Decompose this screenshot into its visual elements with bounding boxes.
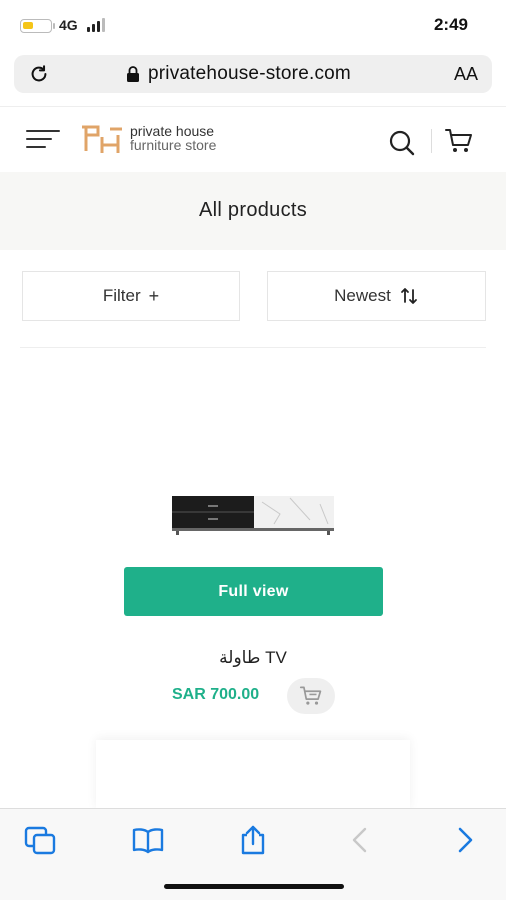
logo-icon[interactable] bbox=[80, 123, 124, 155]
product-image[interactable] bbox=[170, 494, 336, 536]
logo-line2: furniture store bbox=[130, 137, 217, 153]
menu-icon[interactable] bbox=[26, 127, 60, 151]
tabs-icon[interactable] bbox=[24, 825, 58, 855]
product-price: SAR 700.00 bbox=[172, 686, 260, 703]
filter-label: Filter bbox=[102, 286, 141, 305]
battery-nub bbox=[53, 23, 55, 29]
text-size-button[interactable]: AA bbox=[454, 64, 478, 85]
address-bar[interactable]: privatehouse-store.com AA bbox=[14, 55, 492, 93]
sort-label: Newest bbox=[334, 286, 391, 305]
header-divider bbox=[431, 129, 432, 153]
battery-icon bbox=[20, 19, 52, 33]
status-bar: 4G 2:49 bbox=[0, 0, 506, 50]
status-time: 2:49 bbox=[433, 15, 468, 34]
url-text[interactable]: privatehouse-store.com bbox=[148, 63, 351, 85]
filter-button[interactable]: Filter + bbox=[22, 271, 240, 321]
network-type: 4G bbox=[59, 17, 78, 33]
battery-fill bbox=[23, 22, 33, 29]
signal-icon bbox=[87, 18, 105, 32]
share-icon[interactable] bbox=[236, 825, 270, 855]
sort-button[interactable]: Newest bbox=[267, 271, 486, 321]
home-indicator bbox=[164, 884, 344, 889]
bookmarks-icon[interactable] bbox=[131, 825, 165, 855]
back-icon[interactable] bbox=[343, 825, 377, 855]
search-icon[interactable] bbox=[388, 129, 416, 157]
next-product-card[interactable] bbox=[96, 740, 410, 810]
product-name[interactable]: طاولة TV bbox=[0, 648, 506, 668]
lock-icon bbox=[127, 66, 139, 82]
sort-icon bbox=[400, 288, 417, 304]
reload-icon[interactable] bbox=[28, 63, 50, 85]
full-view-button[interactable]: Full view bbox=[124, 567, 383, 616]
forward-icon[interactable] bbox=[448, 825, 482, 855]
cart-icon bbox=[299, 686, 322, 705]
title-band: All products bbox=[0, 172, 506, 250]
page-title: All products bbox=[198, 199, 308, 221]
add-to-cart-button[interactable] bbox=[287, 678, 335, 714]
plus-icon: + bbox=[148, 285, 160, 306]
cart-icon[interactable] bbox=[444, 127, 474, 155]
logo-line1: private house bbox=[130, 123, 215, 139]
logo-text[interactable]: private house furniture store bbox=[130, 124, 216, 152]
content-divider bbox=[20, 347, 486, 348]
site-header: private house furniture store bbox=[0, 106, 506, 172]
